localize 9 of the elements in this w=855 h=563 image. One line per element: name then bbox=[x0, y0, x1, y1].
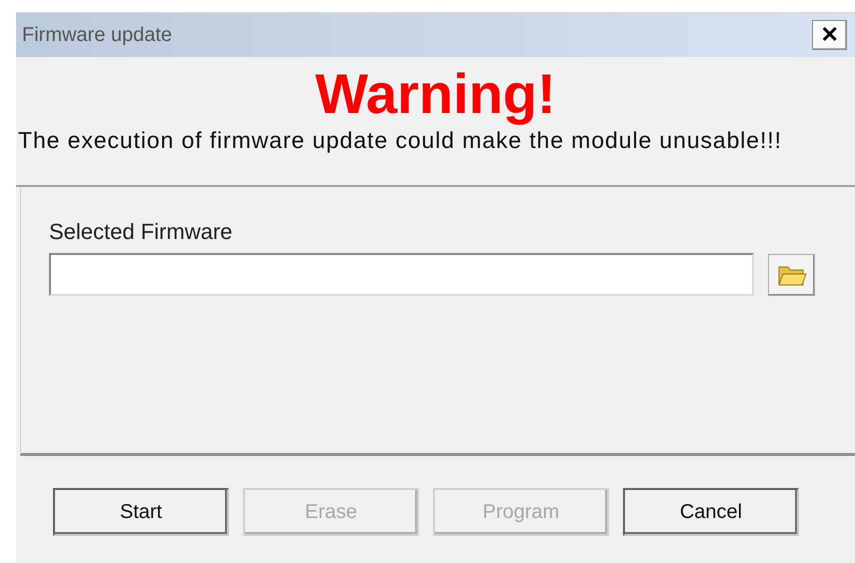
field-label: Selected Firmware bbox=[49, 219, 234, 245]
warning-heading: Warning! bbox=[315, 63, 556, 125]
dialog-button[interactable]: Cancel bbox=[623, 488, 799, 536]
firmware-path-field[interactable] bbox=[49, 253, 754, 296]
browse-button[interactable] bbox=[768, 254, 815, 296]
close-button[interactable]: ✕ bbox=[812, 20, 847, 50]
window-title: Firmware update bbox=[22, 24, 172, 46]
warning-message: The execution of firmware update could make the module unusable!!! bbox=[17, 126, 782, 154]
dialog-button[interactable]: Start bbox=[53, 488, 229, 536]
